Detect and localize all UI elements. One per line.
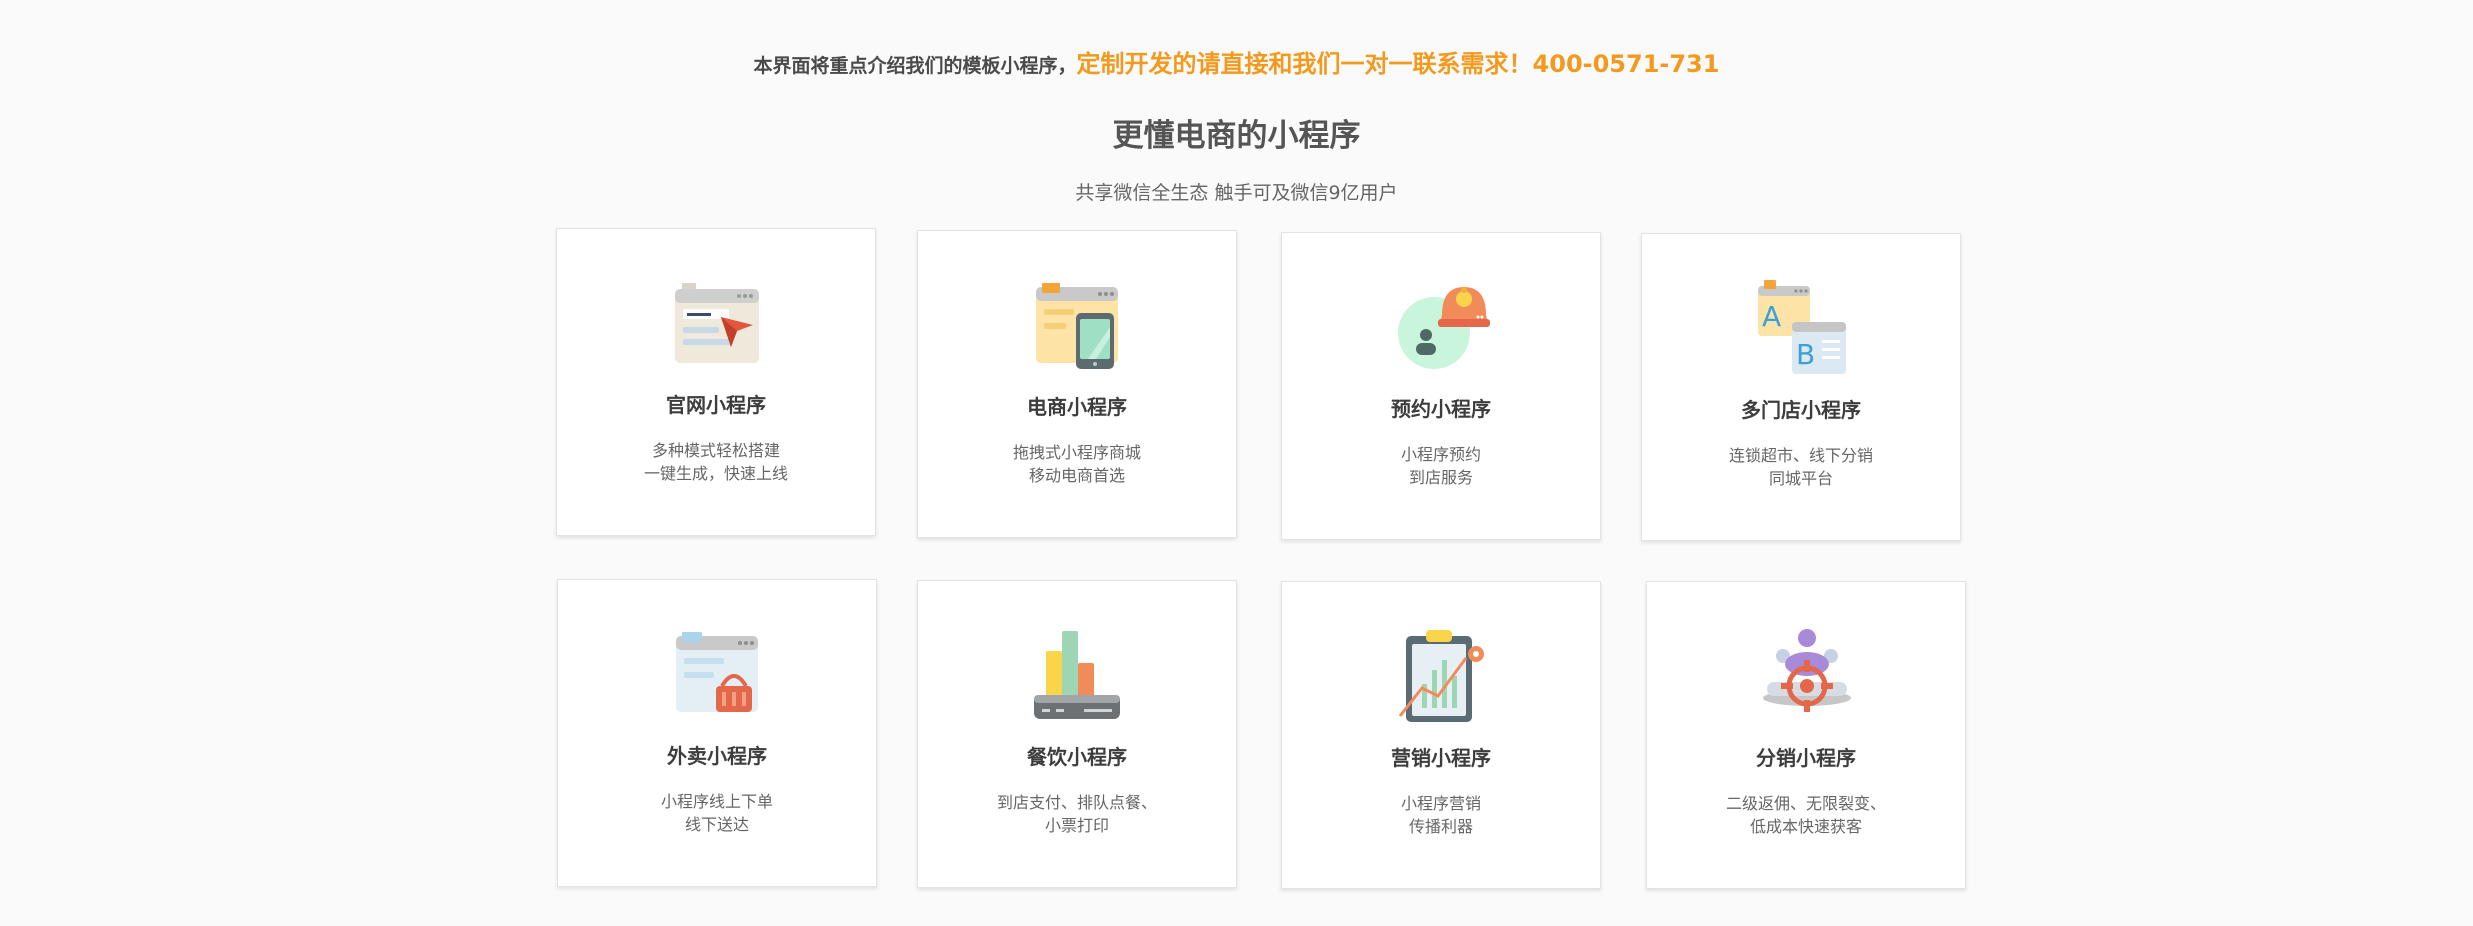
card-desc-line: 连锁超市、线下分销 [1728, 446, 1873, 465]
mobile-shop-icon [1028, 275, 1128, 375]
card-description: 小程序线上下单 线下送达 [558, 790, 876, 836]
svg-text:B: B [1796, 338, 1815, 371]
card-desc-line: 小程序线上下单 [660, 792, 773, 811]
takeout-basket-icon [668, 624, 768, 724]
page: 本界面将重点介绍我们的模板小程序，定制开发的请直接和我们一对一联系需求！400-… [0, 0, 2473, 926]
card-desc-line: 小票打印 [1044, 816, 1109, 835]
card-desc-line: 传播利器 [1408, 817, 1473, 836]
card-title: 营销小程序 [1391, 746, 1491, 770]
card-description: 小程序预约 到店服务 [1282, 443, 1600, 489]
card-description: 到店支付、排队点餐、 小票打印 [918, 791, 1236, 837]
card-multi-store[interactable]: A B 多门店小程序 连锁超市、线下分销 同城平台 [1641, 233, 1961, 541]
catering-bars-icon [1028, 625, 1128, 725]
card-desc-line: 多种模式轻松搭建 [651, 441, 780, 460]
card-website[interactable]: 官网小程序 多种模式轻松搭建 一键生成，快速上线 [556, 228, 876, 536]
card-desc-line: 小程序营销 [1400, 794, 1481, 813]
card-desc-line: 低成本快速获客 [1749, 817, 1862, 836]
card-description: 拖拽式小程序商城 移动电商首选 [918, 441, 1236, 487]
card-desc-line: 二级返佣、无限裂变、 [1725, 794, 1886, 813]
appointment-bell-icon [1392, 277, 1492, 377]
card-catering[interactable]: 餐饮小程序 到店支付、排队点餐、 小票打印 [917, 580, 1237, 888]
card-desc-line: 到店服务 [1408, 468, 1473, 487]
card-marketing[interactable]: 营销小程序 小程序营销 传播利器 [1281, 581, 1601, 889]
section-title: 更懂电商的小程序 [1112, 118, 1361, 154]
top-banner: 本界面将重点介绍我们的模板小程序，定制开发的请直接和我们一对一联系需求！400-… [0, 44, 2473, 79]
card-desc-line: 线下送达 [684, 815, 749, 834]
card-description: 小程序营销 传播利器 [1282, 792, 1600, 838]
card-distribution[interactable]: 分销小程序 二级返佣、无限裂变、 低成本快速获客 [1646, 581, 1966, 889]
card-takeout[interactable]: 外卖小程序 小程序线上下单 线下送达 [557, 579, 877, 887]
card-desc-line: 拖拽式小程序商城 [1012, 443, 1141, 462]
multi-store-icon: A B [1752, 278, 1852, 378]
section-subtitle: 共享微信全生态 触手可及微信9亿用户 [1075, 182, 1398, 204]
card-desc-line: 同城平台 [1768, 469, 1833, 488]
card-title: 多门店小程序 [1741, 398, 1861, 422]
card-ecommerce[interactable]: 电商小程序 拖拽式小程序商城 移动电商首选 [917, 230, 1237, 538]
card-title: 电商小程序 [1027, 395, 1127, 419]
card-appointment[interactable]: 预约小程序 小程序预约 到店服务 [1281, 232, 1601, 540]
card-desc-line: 到店支付、排队点餐、 [996, 793, 1157, 812]
banner-contact-link[interactable]: 定制开发的请直接和我们一对一联系需求！400-0571-731 [1077, 50, 1720, 78]
card-desc-line: 移动电商首选 [1028, 466, 1125, 485]
card-desc-line: 小程序预约 [1400, 445, 1481, 464]
svg-text:A: A [1762, 300, 1781, 333]
card-desc-line: 一键生成，快速上线 [643, 464, 788, 483]
marketing-clipboard-icon [1392, 626, 1492, 726]
card-title: 预约小程序 [1391, 397, 1491, 421]
banner-intro: 本界面将重点介绍我们的模板小程序， [753, 55, 1077, 77]
card-description: 多种模式轻松搭建 一键生成，快速上线 [557, 439, 875, 485]
card-description: 连锁超市、线下分销 同城平台 [1642, 444, 1960, 490]
card-description: 二级返佣、无限裂变、 低成本快速获客 [1647, 792, 1965, 838]
card-title: 外卖小程序 [667, 744, 767, 768]
card-title: 官网小程序 [666, 393, 766, 417]
card-title: 分销小程序 [1756, 746, 1856, 770]
card-title: 餐饮小程序 [1027, 745, 1127, 769]
website-icon [667, 273, 767, 373]
distribution-target-icon [1757, 626, 1857, 726]
